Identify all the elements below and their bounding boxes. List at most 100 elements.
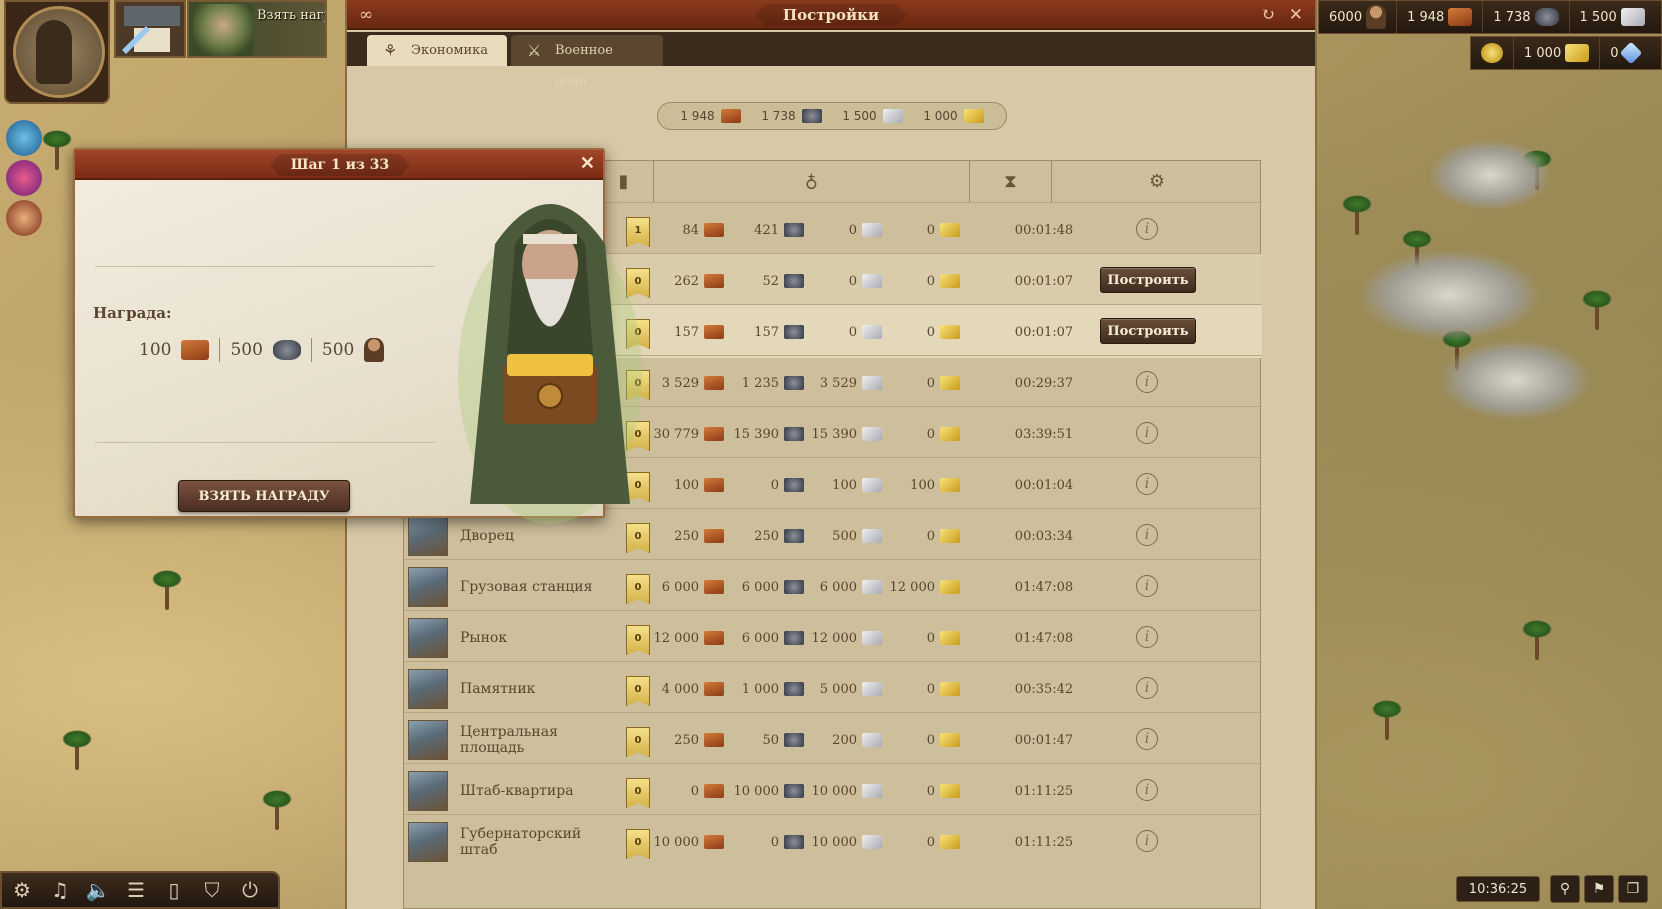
refresh-icon[interactable]: ↻ <box>1261 4 1275 26</box>
table-row[interactable]: Памятник 0 4 000 1 000 5 000 0 00:35:42 i <box>404 661 1262 715</box>
zoom-search-icon[interactable]: ⚲ <box>1550 875 1580 903</box>
build-button[interactable]: Построить <box>1100 267 1196 293</box>
cost-stone-value: 6 000 <box>741 579 779 595</box>
cost-wood-value: 12 000 <box>653 630 700 646</box>
globe-icon[interactable] <box>6 120 42 156</box>
table-row[interactable]: Рынок 0 12 000 6 000 12 000 0 01:47:08 i <box>404 610 1262 664</box>
cost-wood: 3 529 <box>644 356 724 410</box>
close-icon[interactable]: ✕ <box>1289 4 1303 26</box>
cost-gold: 0 <box>880 509 960 563</box>
worker-icon <box>364 338 385 362</box>
cost-stone: 1 000 <box>724 662 804 716</box>
building-thumbnail[interactable] <box>408 567 448 607</box>
shield-icon[interactable]: ⛉ <box>196 875 228 905</box>
info-icon[interactable]: i <box>1136 473 1158 495</box>
cost-marble-value: 10 000 <box>811 834 858 850</box>
language-flag-icon[interactable]: ⚑ <box>1584 875 1614 903</box>
cost-stone: 52 <box>724 254 804 308</box>
gold-icon <box>940 325 960 339</box>
building-thumbnail[interactable] <box>408 618 448 658</box>
book-icon[interactable]: ▯ <box>158 875 190 905</box>
knight-helmet-icon[interactable] <box>6 200 42 236</box>
marble-icon <box>1620 8 1645 26</box>
sound-mute-icon[interactable]: 🔈 <box>82 875 114 905</box>
cost-wood-value: 3 529 <box>661 375 699 391</box>
resource-gold[interactable]: 1 000 <box>1514 37 1601 69</box>
mentor-avatar <box>193 4 253 56</box>
stone-icon <box>784 325 804 339</box>
resource-diamond[interactable]: 0 <box>1600 37 1648 69</box>
build-button[interactable]: Построить <box>1100 318 1196 344</box>
info-icon[interactable]: i <box>1136 218 1158 240</box>
cost-marble: 5 000 <box>802 662 882 716</box>
player-portrait[interactable] <box>4 0 110 104</box>
table-row[interactable]: Грузовая станция 0 6 000 6 000 6 000 12 000 01… <box>404 559 1262 613</box>
cost-gold-value: 0 <box>926 222 935 238</box>
worker-icon <box>1366 5 1387 29</box>
equalizer-icon[interactable]: ☰ <box>120 875 152 905</box>
stone-icon <box>784 274 804 288</box>
marble-icon <box>862 733 882 747</box>
active-quest-tile[interactable]: Взять награ <box>187 0 327 58</box>
info-icon[interactable]: i <box>1136 830 1158 852</box>
info-icon[interactable]: i <box>1136 626 1158 648</box>
building-thumbnail[interactable] <box>408 771 448 811</box>
resource-wood[interactable]: 1 948 <box>1397 1 1484 33</box>
resource-marble[interactable]: 1 500 <box>1570 1 1655 33</box>
wood-icon <box>704 580 724 594</box>
building-thumbnail[interactable] <box>408 516 448 556</box>
summary-wood-value: 1 948 <box>680 109 715 123</box>
resource-coins[interactable] <box>1471 37 1514 69</box>
diamond-icon <box>1619 41 1642 65</box>
gold-icon <box>940 274 960 288</box>
palm-tree <box>260 790 294 830</box>
power-icon[interactable]: ⏻ <box>234 875 266 905</box>
link-icon[interactable]: ∞ <box>359 4 373 26</box>
gold-icon <box>940 478 960 492</box>
cost-wood: 250 <box>644 509 724 563</box>
tab-military[interactable]: ⚔ Военное дело <box>511 35 663 89</box>
crown-icon[interactable] <box>6 160 42 196</box>
table-row[interactable]: Штаб-квартира 0 0 10 000 10 000 0 01:11:25 i <box>404 763 1262 817</box>
cost-wood-value: 157 <box>674 324 699 340</box>
cost-gold: 12 000 <box>880 560 960 614</box>
fullscreen-icon[interactable]: ❐ <box>1618 875 1648 903</box>
settings-gear-icon[interactable]: ⚙ <box>6 875 38 905</box>
building-thumbnail[interactable] <box>408 720 448 760</box>
resource-stone[interactable]: 1 738 <box>1483 1 1570 33</box>
cost-stone-value: 0 <box>770 834 779 850</box>
info-icon[interactable]: i <box>1136 575 1158 597</box>
info-icon[interactable]: i <box>1136 728 1158 750</box>
marble-icon <box>862 274 882 288</box>
info-icon[interactable]: i <box>1136 422 1158 444</box>
cost-wood-value: 4 000 <box>661 681 699 697</box>
cost-marble: 3 529 <box>802 356 882 410</box>
build-time: 00:01:07 <box>1014 324 1074 340</box>
cost-gold-value: 0 <box>926 732 935 748</box>
palm-tree <box>1520 620 1554 660</box>
close-icon[interactable]: ✕ <box>580 153 595 174</box>
stone-icon <box>784 631 804 645</box>
tab-economy[interactable]: ⚘ Экономика <box>367 35 507 66</box>
table-row[interactable]: Губернаторский штаб 0 10 000 0 10 000 0 01:11:… <box>404 814 1262 868</box>
summary-gold-value: 1 000 <box>923 109 958 123</box>
building-name: Центральная площадь <box>460 724 558 756</box>
diamond-count: 0 <box>1610 45 1619 61</box>
info-icon[interactable]: i <box>1136 779 1158 801</box>
cost-marble-value: 15 390 <box>811 426 858 442</box>
stone-icon <box>784 427 804 441</box>
cost-marble-value: 200 <box>832 732 857 748</box>
claim-reward-button[interactable]: ВЗЯТЬ НАГРАДУ <box>178 480 350 512</box>
inventory-tile[interactable] <box>114 0 186 58</box>
building-thumbnail[interactable] <box>408 822 448 862</box>
cost-wood-value: 84 <box>682 222 699 238</box>
cost-wood: 0 <box>644 764 724 818</box>
table-row[interactable]: Центральная площадь 0 250 50 200 0 00:01:47 i <box>404 712 1262 766</box>
building-thumbnail[interactable] <box>408 669 448 709</box>
music-mute-icon[interactable]: ♫ <box>44 875 76 905</box>
info-icon[interactable]: i <box>1136 677 1158 699</box>
resource-worker[interactable]: 6000 <box>1319 1 1398 33</box>
wood-icon <box>704 631 724 645</box>
info-icon[interactable]: i <box>1136 371 1158 393</box>
info-icon[interactable]: i <box>1136 524 1158 546</box>
